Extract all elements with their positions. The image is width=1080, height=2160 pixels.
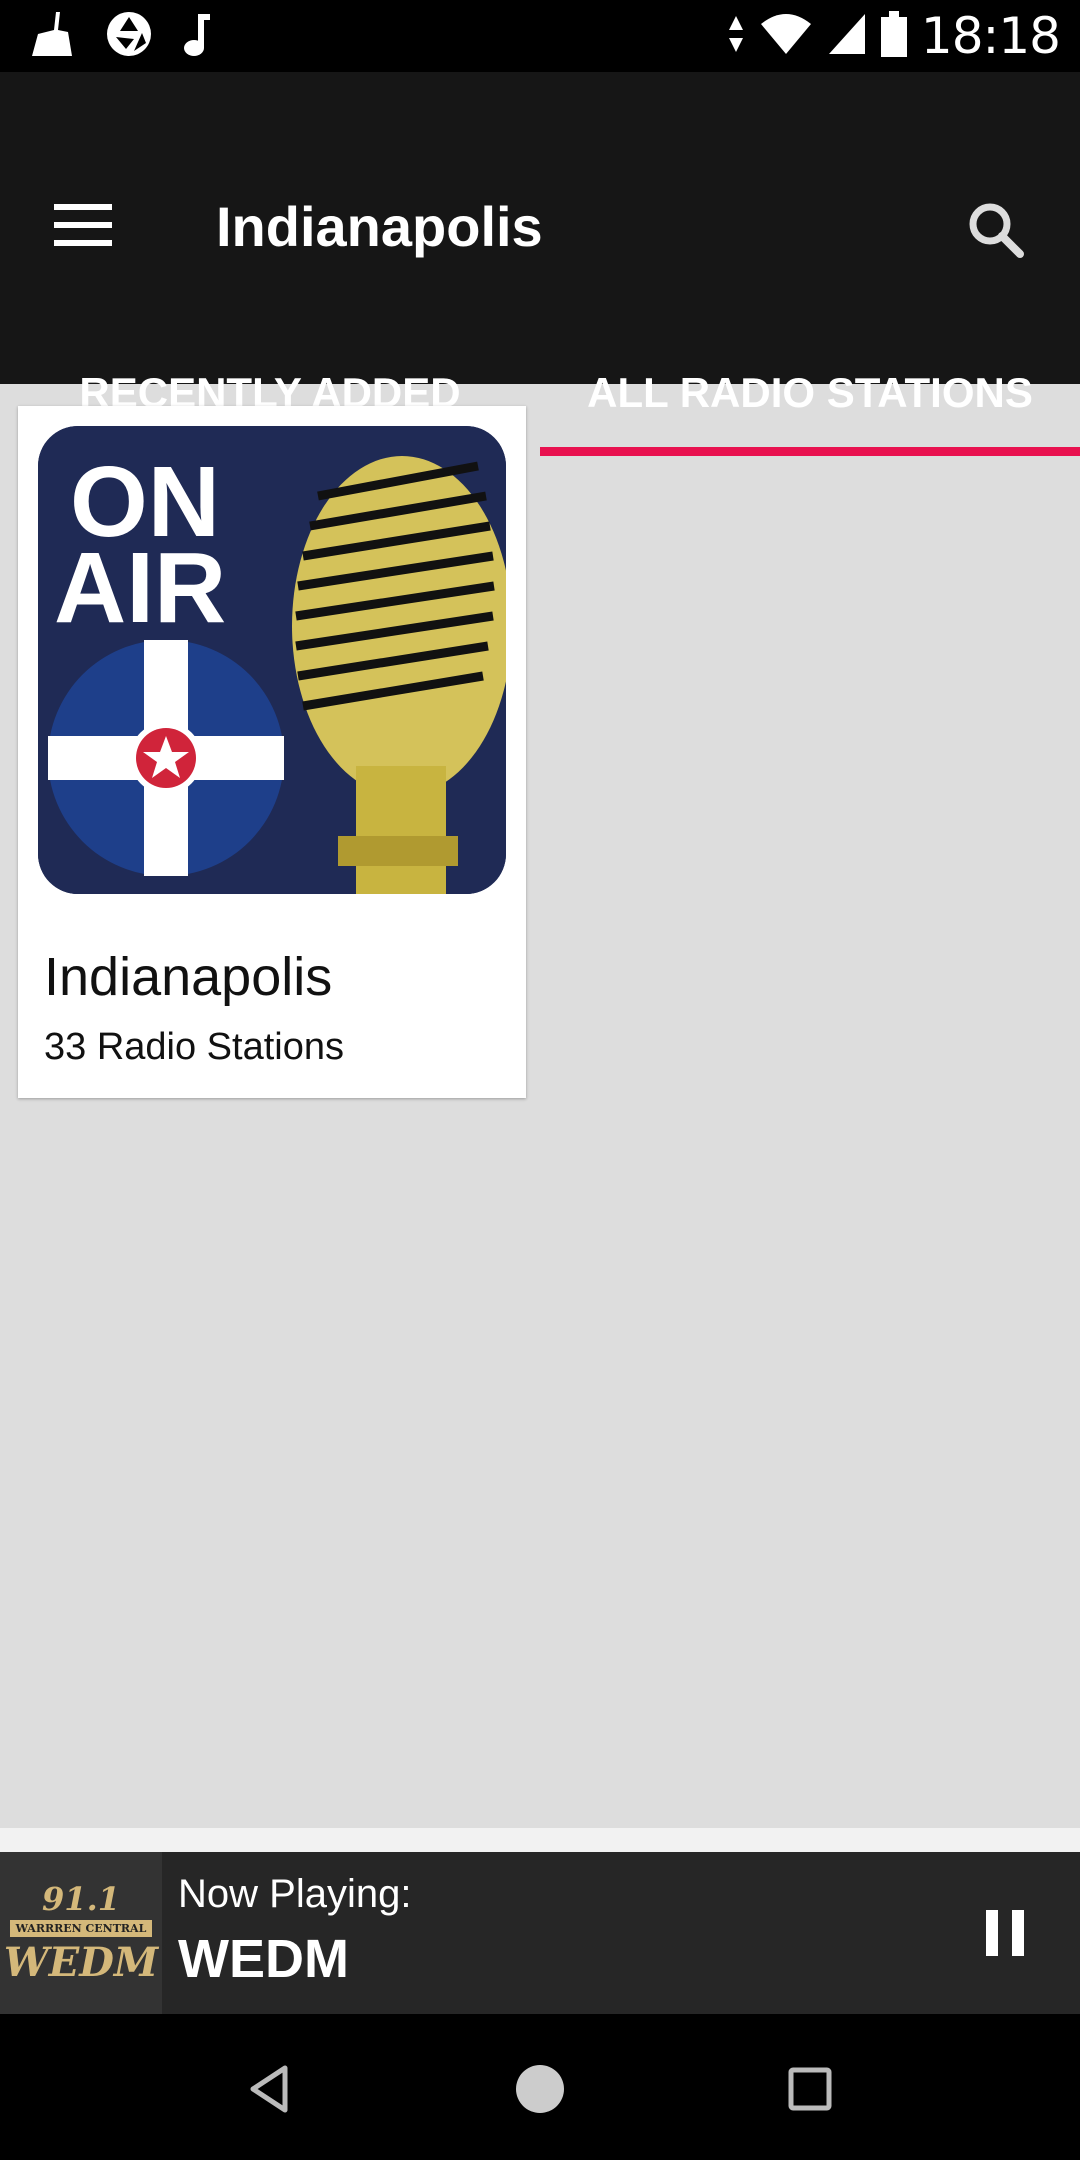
back-icon[interactable] <box>235 2054 305 2124</box>
battery-icon <box>880 10 907 62</box>
tab-all-radio-stations[interactable]: ALL RADIO STATIONS <box>540 342 1080 456</box>
card-title: Indianapolis <box>44 947 333 1007</box>
station-logo: 91.1 WARRREN CENTRAL WEDM <box>0 1852 162 2014</box>
recents-icon[interactable] <box>775 2054 845 2124</box>
search-icon[interactable] <box>966 200 1026 260</box>
home-icon[interactable] <box>505 2054 575 2124</box>
clock: 18:18 <box>920 7 1061 65</box>
music-note-icon <box>182 10 212 63</box>
data-arrows-icon <box>727 14 745 59</box>
page-title: Indianapolis <box>216 195 543 258</box>
hamburger-menu-icon[interactable] <box>54 204 112 246</box>
signal-icon <box>827 12 867 61</box>
wifi-icon <box>759 12 813 61</box>
navigation-bar <box>0 2014 1080 2160</box>
station-logo-banner: WARRREN CENTRAL <box>9 1920 153 1937</box>
station-logo-callsign: WEDM <box>3 1939 159 1986</box>
card-station-count: 33 Radio Stations <box>44 1026 344 1068</box>
cleaner-icon <box>28 10 76 63</box>
city-card[interactable]: ON AIR Indianapolis 33 Radio Stations <box>18 406 526 1098</box>
on-air-microphone-image: ON AIR <box>38 426 506 894</box>
station-logo-frequency: 91.1 <box>42 1880 120 1918</box>
aperture-icon <box>106 11 152 62</box>
status-bar: 18:18 <box>0 0 1080 72</box>
now-playing-bar[interactable]: 91.1 WARRREN CENTRAL WEDM Now Playing: W… <box>0 1828 1080 2014</box>
on-air-text-air: AIR <box>54 532 226 644</box>
app-bar: Indianapolis RECENTLY ADDED ALL RADIO ST… <box>0 72 1080 456</box>
now-playing-station: WEDM <box>178 1929 349 1989</box>
pause-icon[interactable] <box>986 1910 1026 1956</box>
now-playing-label: Now Playing: <box>178 1872 412 1916</box>
